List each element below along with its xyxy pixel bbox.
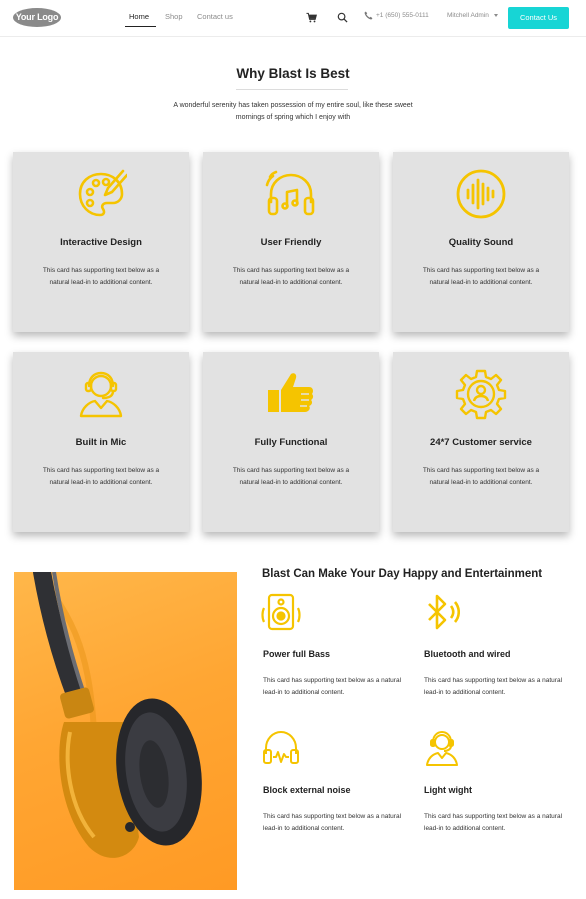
user-menu[interactable]: Mitchell Admin <box>447 12 489 19</box>
phone-number[interactable]: +1 (650) 555-0111 <box>376 12 429 19</box>
phone-icon <box>364 11 373 20</box>
caret-down-icon[interactable] <box>494 14 498 17</box>
search-icon[interactable] <box>337 12 348 23</box>
card-text: This card has supporting text below as a… <box>422 467 540 486</box>
feature-title: Bluetooth and wired <box>424 649 511 659</box>
feature-text: This card has supporting text below as a… <box>263 813 402 832</box>
feature-title: Power full Bass <box>263 649 331 659</box>
sound-wave-icon <box>456 169 506 219</box>
feature-title: Block external noise <box>263 785 351 795</box>
headphones-illustration <box>33 572 202 858</box>
card-title: Built in Mic <box>75 437 127 448</box>
feature-title: Light wight <box>424 785 472 795</box>
feature-card-customer-service: 24*7 Customer service This card has supp… <box>393 352 569 532</box>
card-title: Interactive Design <box>60 237 142 248</box>
feature-text: This card has supporting text below as a… <box>424 677 563 696</box>
feature-card-interactive-design: Interactive Design This card has support… <box>13 152 189 332</box>
section-subtitle: A wonderful serenity has taken possessio… <box>173 102 413 121</box>
nav-link-contact[interactable]: Contact us <box>197 12 233 21</box>
bluetooth-icon <box>428 594 460 630</box>
features-title: Blast Can Make Your Day Happy and Entert… <box>262 568 543 580</box>
headphones-photo <box>14 572 237 890</box>
speaker-icon <box>261 593 301 631</box>
card-title: Quality Sound <box>448 237 514 248</box>
logo[interactable]: Your Logo <box>13 8 61 27</box>
nav-link-home[interactable]: Home <box>129 12 149 21</box>
headphones-music-icon <box>265 170 315 216</box>
feature-card-fully-functional: Fully Functional This card has supportin… <box>203 352 379 532</box>
feature-card-quality-sound: Quality Sound This card has supporting t… <box>393 152 569 332</box>
card-title: 24*7 Customer service <box>430 437 532 448</box>
noise-headphones-icon <box>263 731 299 764</box>
contact-us-button[interactable]: Contact Us <box>508 7 569 29</box>
card-text: This card has supporting text below as a… <box>42 267 160 286</box>
nav-link-shop[interactable]: Shop <box>165 12 183 21</box>
card-text: This card has supporting text below as a… <box>232 267 350 286</box>
gear-person-icon <box>455 369 507 420</box>
card-text: This card has supporting text below as a… <box>42 467 160 486</box>
card-title: Fully Functional <box>254 437 328 448</box>
nav-active-indicator <box>125 26 156 27</box>
feature-text: This card has supporting text below as a… <box>263 677 402 696</box>
card-title: User Friendly <box>260 237 322 248</box>
title-divider <box>236 89 348 90</box>
thumbs-up-icon <box>268 373 314 412</box>
feature-card-built-in-mic: Built in Mic This card has supporting te… <box>13 352 189 532</box>
card-text: This card has supporting text below as a… <box>422 267 540 286</box>
feature-card-user-friendly: User Friendly This card has supporting t… <box>203 152 379 332</box>
headset-person-icon <box>79 371 123 418</box>
feature-text: This card has supporting text below as a… <box>424 813 563 832</box>
card-text: This card has supporting text below as a… <box>232 467 350 486</box>
palette-icon <box>78 169 127 217</box>
cart-icon[interactable] <box>306 12 317 23</box>
headset-person-icon <box>426 731 458 766</box>
section-title: Why Blast Is Best <box>236 66 350 81</box>
navbar: Your Logo Home Shop Contact us +1 (650) … <box>0 0 586 37</box>
